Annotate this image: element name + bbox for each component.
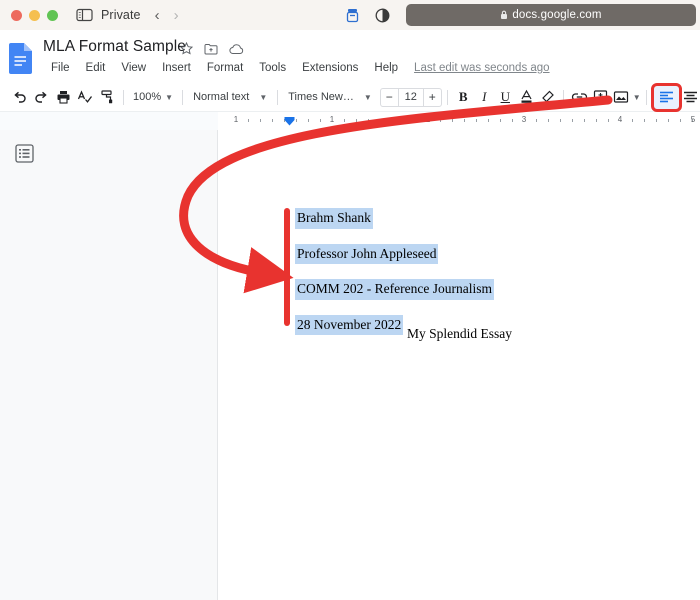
star-icon[interactable] bbox=[180, 42, 193, 60]
alignment-group bbox=[654, 86, 700, 109]
document-line[interactable]: Professor John Appleseed bbox=[295, 244, 438, 265]
ruler-number: 5 bbox=[691, 115, 695, 124]
menu-help[interactable]: Help bbox=[366, 60, 406, 76]
highlight-pen-icon[interactable] bbox=[537, 87, 558, 108]
extension-icon[interactable] bbox=[346, 8, 359, 23]
toolbar-divider bbox=[646, 90, 647, 105]
document-canvas: Brahm Shank Professor John Appleseed COM… bbox=[0, 130, 700, 600]
maximize-window-button[interactable] bbox=[47, 10, 58, 21]
lock-icon bbox=[500, 10, 508, 20]
sidebar-toggle-icon[interactable] bbox=[76, 8, 93, 22]
address-bar[interactable]: docs.google.com bbox=[406, 4, 696, 26]
font-size-stepper: − 12 + bbox=[380, 88, 442, 107]
minimize-window-button[interactable] bbox=[29, 10, 40, 21]
menu-file[interactable]: File bbox=[43, 60, 78, 76]
ruler-track[interactable]: 1 1 2 3 4 5 bbox=[218, 112, 700, 130]
zoom-level-value: 100% bbox=[133, 91, 161, 103]
reader-contrast-icon[interactable] bbox=[375, 8, 390, 23]
essay-title-line[interactable]: My Splendid Essay bbox=[219, 326, 700, 342]
toolbar-divider bbox=[277, 90, 278, 105]
font-family-value: Times New… bbox=[288, 91, 354, 103]
font-size-input[interactable]: 12 bbox=[398, 89, 424, 106]
move-to-folder-icon[interactable] bbox=[204, 42, 218, 60]
back-button[interactable]: ‹ bbox=[155, 8, 160, 23]
ruler-number: 1 bbox=[330, 115, 334, 124]
toolbar-left-group: 100% ▼ Normal text ▼ Times New… ▼ − 12 +… bbox=[0, 83, 652, 111]
chevron-down-icon: ▼ bbox=[364, 93, 372, 102]
document-outline-icon[interactable] bbox=[13, 142, 35, 164]
address-bar-url: docs.google.com bbox=[512, 9, 601, 21]
chevron-down-icon: ▼ bbox=[165, 93, 173, 102]
paragraph-style-value: Normal text bbox=[193, 91, 249, 103]
align-left-button[interactable] bbox=[654, 86, 679, 109]
formatting-toolbar: 100% ▼ Normal text ▼ Times New… ▼ − 12 +… bbox=[0, 83, 700, 112]
navigation-arrows: ‹ › bbox=[155, 8, 179, 23]
browser-bar-right: docs.google.com bbox=[346, 0, 700, 30]
chevron-down-icon[interactable]: ▼ bbox=[633, 93, 641, 102]
private-browsing-label: Private bbox=[101, 8, 141, 22]
close-window-button[interactable] bbox=[11, 10, 22, 21]
ruler-gutter bbox=[0, 112, 218, 130]
document-title-icons bbox=[180, 42, 244, 60]
menu-view[interactable]: View bbox=[113, 60, 154, 76]
browser-toolbar: Private ‹ › bbox=[0, 0, 700, 30]
toolbar-divider bbox=[123, 90, 124, 105]
menu-bar: File Edit View Insert Format Tools Exten… bbox=[43, 60, 550, 76]
insert-image-icon[interactable] bbox=[611, 87, 632, 108]
paint-format-icon[interactable] bbox=[96, 86, 118, 108]
document-page[interactable]: Brahm Shank Professor John Appleseed COM… bbox=[219, 130, 700, 600]
google-docs-icon bbox=[8, 42, 34, 79]
left-sidebar bbox=[0, 130, 218, 600]
ruler-number: 1 bbox=[234, 115, 238, 124]
document-line[interactable]: COMM 202 - Reference Journalism bbox=[295, 279, 494, 300]
document-title[interactable]: MLA Format Sample bbox=[43, 38, 186, 56]
align-center-button[interactable] bbox=[680, 87, 700, 108]
font-family-dropdown[interactable]: Times New… ▼ bbox=[283, 91, 377, 103]
font-size-increase-button[interactable]: + bbox=[424, 89, 441, 106]
paragraph-style-dropdown[interactable]: Normal text ▼ bbox=[188, 91, 272, 103]
ruler-number: 4 bbox=[618, 115, 622, 124]
toolbar-divider bbox=[563, 90, 564, 105]
zoom-level-dropdown[interactable]: 100% ▼ bbox=[129, 91, 177, 103]
insert-link-icon[interactable] bbox=[569, 87, 590, 108]
app-root: Private ‹ › bbox=[0, 0, 700, 600]
ruler-number: 2 bbox=[426, 115, 430, 124]
cloud-saved-icon[interactable] bbox=[229, 42, 244, 60]
spellcheck-icon[interactable] bbox=[74, 86, 96, 108]
menu-extensions[interactable]: Extensions bbox=[294, 60, 366, 76]
text-color-button[interactable] bbox=[516, 87, 537, 108]
menu-edit[interactable]: Edit bbox=[78, 60, 114, 76]
bold-button[interactable]: B bbox=[453, 87, 474, 108]
italic-button[interactable]: I bbox=[474, 87, 495, 108]
redo-icon[interactable] bbox=[30, 86, 52, 108]
undo-icon[interactable] bbox=[8, 86, 30, 108]
window-traffic-lights bbox=[0, 10, 58, 21]
add-comment-icon[interactable] bbox=[590, 87, 611, 108]
toolbar-divider bbox=[182, 90, 183, 105]
underline-button[interactable]: U bbox=[495, 87, 516, 108]
docs-header: MLA Format Sample File bbox=[0, 30, 700, 83]
last-edit-status[interactable]: Last edit was seconds ago bbox=[414, 62, 550, 74]
toolbar-divider bbox=[447, 90, 448, 105]
font-size-decrease-button[interactable]: − bbox=[381, 89, 398, 106]
menu-format[interactable]: Format bbox=[199, 60, 251, 76]
document-ruler[interactable]: 1 1 2 3 4 5 bbox=[0, 112, 700, 130]
menu-insert[interactable]: Insert bbox=[154, 60, 199, 76]
indent-marker-icon[interactable] bbox=[284, 114, 295, 125]
annotation-highlight-bar bbox=[284, 208, 290, 326]
menu-tools[interactable]: Tools bbox=[251, 60, 294, 76]
ruler-number: 3 bbox=[522, 115, 526, 124]
forward-button[interactable]: › bbox=[174, 8, 179, 23]
print-icon[interactable] bbox=[52, 86, 74, 108]
chevron-down-icon: ▼ bbox=[259, 93, 267, 102]
document-line[interactable]: Brahm Shank bbox=[295, 208, 373, 229]
